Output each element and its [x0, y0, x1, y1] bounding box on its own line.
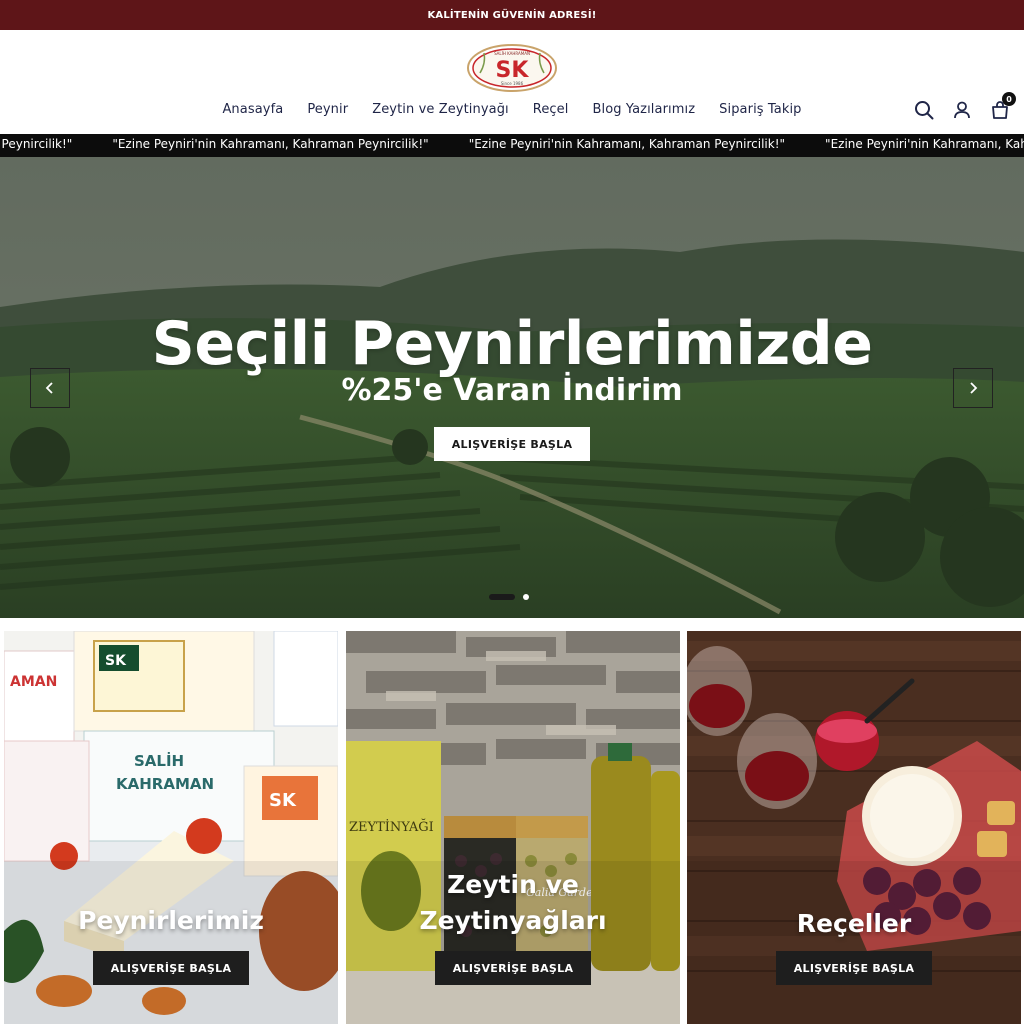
hero-subtitle: %25'e Varan İndirim: [341, 373, 683, 408]
category-card-jam[interactable]: Reçeller ALIŞVERİŞE BAŞLA: [687, 631, 1021, 1024]
slider-prev-button[interactable]: [30, 368, 70, 408]
svg-text:Since 1986: Since 1986: [501, 81, 524, 86]
marquee-item: "Ezine Peyniri'nin Kahramanı, Kahraman P…: [112, 137, 429, 151]
marquee-item: "Ezine Peynircilik!": [0, 137, 73, 151]
announcement-text: KALİTENİN GÜVENİN ADRESİ!: [427, 9, 597, 21]
svg-text:SK: SK: [269, 790, 297, 811]
search-icon[interactable]: [914, 100, 934, 120]
chevron-right-icon: [970, 382, 978, 394]
site-header: SK SALİH KAHRAMAN Since 1986 Anasayfa Pe…: [0, 30, 1024, 134]
cart-count-badge: 0: [1002, 92, 1016, 106]
nav-anasayfa[interactable]: Anasayfa: [222, 102, 283, 122]
svg-text:SALİH KAHRAMAN: SALİH KAHRAMAN: [494, 51, 530, 56]
category-title-olive: Zeytin ve Zeytinyağları: [419, 870, 607, 935]
category-card-olive[interactable]: ZEYTİNYAĞI Galia Garden Zeytin ve Zeytin…: [346, 631, 680, 1024]
svg-text:KAHRAMAN: KAHRAMAN: [116, 775, 214, 793]
marquee-item: "Ezine Peyniri'nin Kahramanı, Kahraman P…: [468, 137, 786, 151]
hero-slider: Seçili Peynirlerimizde %25'e Varan İndir…: [0, 157, 1024, 618]
nav-blog[interactable]: Blog Yazılarımız: [592, 102, 695, 122]
category-shop-button-olive[interactable]: ALIŞVERİŞE BAŞLA: [435, 951, 591, 985]
category-card-cheese[interactable]: AMAN SK SALİH KAHRAMAN SK Peynirlerimiz …: [4, 631, 338, 1024]
svg-text:SALİH: SALİH: [134, 751, 184, 770]
marquee-bar: "Ezine Peynircilik!" "Ezine Peyniri'nin …: [0, 134, 1024, 157]
marquee-item: "Ezine Peyniri'nin Kahramanı, Kahraman P…: [825, 137, 1024, 151]
category-title-cheese: Peynirlerimiz: [78, 906, 264, 935]
svg-text:ZEYTİNYAĞI: ZEYTİNYAĞI: [349, 818, 434, 835]
cart-button[interactable]: 0: [990, 92, 1016, 120]
slider-pagination: [489, 594, 529, 600]
brand-logo[interactable]: SK SALİH KAHRAMAN Since 1986: [466, 43, 558, 93]
category-shop-button-jam[interactable]: ALIŞVERİŞE BAŞLA: [776, 951, 932, 985]
chevron-left-icon: [45, 382, 53, 394]
nav-peynir[interactable]: Peynir: [307, 102, 348, 122]
marquee-track: "Ezine Peynircilik!" "Ezine Peyniri'nin …: [0, 137, 1024, 151]
hero-title: Seçili Peynirlerimizde: [151, 309, 873, 379]
svg-text:SK: SK: [496, 58, 530, 83]
category-shop-button-cheese[interactable]: ALIŞVERİŞE BAŞLA: [93, 951, 249, 985]
nav-zeytin[interactable]: Zeytin ve Zeytinyağı: [372, 102, 509, 122]
nav-siparis-takip[interactable]: Sipariş Takip: [719, 102, 801, 122]
main-nav: Anasayfa Peynir Zeytin ve Zeytinyağı Reç…: [0, 102, 1024, 122]
nav-recel[interactable]: Reçel: [533, 102, 569, 122]
category-title-jam: Reçeller: [796, 909, 912, 938]
svg-text:SK: SK: [105, 653, 127, 669]
slider-next-button[interactable]: [953, 368, 993, 408]
header-actions: 0: [914, 92, 1016, 120]
slider-dot-active[interactable]: [489, 594, 515, 600]
hero-shop-button[interactable]: ALIŞVERİŞE BAŞLA: [434, 427, 590, 461]
user-icon[interactable]: [952, 100, 972, 120]
announcement-bar: KALİTENİN GÜVENİN ADRESİ!: [0, 0, 1024, 30]
slider-dot[interactable]: [523, 594, 529, 600]
svg-text:AMAN: AMAN: [10, 674, 57, 690]
